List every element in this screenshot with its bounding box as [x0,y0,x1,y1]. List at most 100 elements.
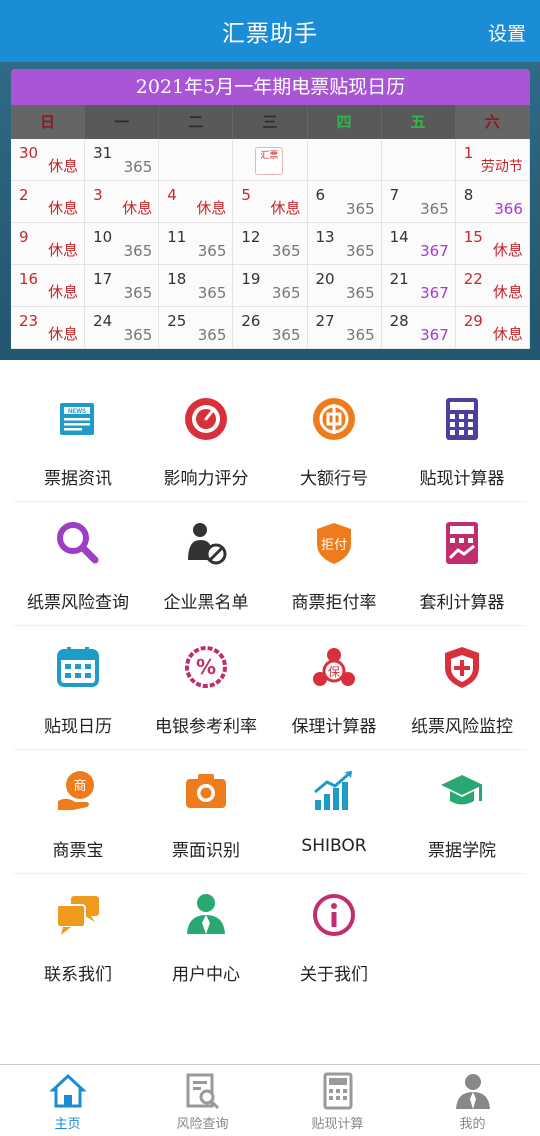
day-number: 5 [241,186,251,204]
menu-item[interactable]: 套利计算器 [398,502,526,625]
day-number: 9 [19,228,29,246]
app-title: 汇票助手 [222,21,318,47]
day-number: 29 [463,312,483,330]
menu-item[interactable]: 大额行号 [270,378,398,501]
chat-icon [51,888,105,942]
calendar-day-cell: 3 休息 [85,181,160,223]
day-number: 13 [315,228,335,246]
weekday-thu: 四 [307,105,382,139]
doc-search-icon [183,1071,223,1111]
tab-item[interactable]: 我的 [405,1065,540,1136]
day-term: 休息 [48,283,79,301]
day-term: 365 [197,326,227,344]
day-term: 休息 [270,199,301,217]
menu-item[interactable]: 票面识别 [142,750,270,873]
feature-menu: NEWS 票据资讯 影响力评分 大额行号 贴现计算器 纸票风险查询 企业黑名单 拒付 商票拒付率… [0,378,540,998]
menu-item[interactable]: % 电银参考利率 [142,626,270,749]
menu-item-label: 联系我们 [44,965,112,985]
day-number: 10 [93,228,113,246]
menu-item[interactable]: 拒付 商票拒付率 [270,502,398,625]
weekday-mon: 一 [85,105,160,139]
day-term: 365 [345,242,375,260]
menu-item[interactable]: 影响力评分 [142,378,270,501]
tab-item[interactable]: 主页 [0,1065,135,1136]
search-icon [51,516,105,570]
day-term: 休息 [122,199,153,217]
calendar-day-cell: 30 休息 [11,139,86,181]
day-number: 21 [389,270,409,288]
bar-trend-icon [307,764,361,818]
calendar-day-cell: 26 365 [233,307,308,349]
menu-item[interactable]: SHIBOR [270,750,398,873]
menu-item[interactable]: 纸票风险监控 [398,626,526,749]
refuse-shield-icon: 拒付 [307,516,361,570]
weekday-sat: 六 [455,105,530,139]
day-term: 365 [123,326,153,344]
day-term: 365 [345,200,375,218]
svg-text:商: 商 [73,779,86,794]
home-icon [48,1071,88,1111]
calendar-day-cell: 31 365 [85,139,160,181]
calendar-day-cell: 12 365 [233,223,308,265]
calendar-day-cell: 汇票 [233,139,308,181]
bottom-tab-bar: 主页 风险查询 贴现计算 我的 [0,1064,540,1136]
day-term: 休息 [196,199,227,217]
weekday-header: 日 一 二 三 四 五 六 [11,105,530,139]
menu-item[interactable]: 用户中心 [142,874,270,998]
day-number: 3 [93,186,103,204]
menu-item[interactable]: 联系我们 [14,874,142,998]
calendar-day-cell: 24 365 [85,307,160,349]
tab-label: 风险查询 [176,1117,229,1132]
tab-label: 贴现计算 [311,1117,364,1132]
day-number: 14 [389,228,409,246]
day-term: 365 [197,242,227,260]
day-number: 24 [93,312,113,330]
weekday-tue: 二 [159,105,234,139]
day-number: 20 [315,270,335,288]
tab-label: 主页 [54,1117,81,1132]
menu-item[interactable]: 企业黑名单 [142,502,270,625]
calendar-day-cell: 8 366 [455,181,530,223]
calendar-day-cell: 29 休息 [455,307,530,349]
menu-row: 贴现日历% 电银参考利率保保理计算器 纸票风险监控 [14,626,526,750]
calendar-day-cell: 4 休息 [159,181,234,223]
calendar-day-cell: 28 367 [381,307,456,349]
calendar-day-cell: 23 休息 [11,307,86,349]
info-icon [307,888,361,942]
menu-row: 纸票风险查询 企业黑名单 拒付 商票拒付率 套利计算器 [14,502,526,626]
svg-text:%: % [196,655,216,679]
svg-text:NEWS: NEWS [68,409,86,415]
day-number: 6 [315,186,326,204]
calendar-day-cell [381,139,456,181]
menu-item[interactable]: 贴现日历 [14,626,142,749]
menu-item[interactable]: 贴现计算器 [398,378,526,501]
day-term: 休息 [48,157,79,175]
hand-coin-icon: 商 [51,764,105,818]
tab-item[interactable]: 风险查询 [135,1065,270,1136]
calendar-title: 2021年5月一年期电票贴现日历 [11,69,530,105]
day-term: 365 [197,284,227,302]
menu-row: NEWS 票据资讯 影响力评分 大额行号 贴现计算器 [14,378,526,502]
menu-item-label: 保理计算器 [291,717,377,737]
menu-item[interactable]: 保保理计算器 [270,626,398,749]
day-term: 休息 [48,325,79,343]
day-number: 28 [389,312,409,330]
calendar-day-cell: 21 367 [381,265,456,307]
tab-item[interactable]: 贴现计算 [270,1065,405,1136]
menu-item[interactable]: 商商票宝 [14,750,142,873]
svg-text:保: 保 [328,665,340,679]
menu-item[interactable]: NEWS 票据资讯 [14,378,142,501]
settings-button[interactable]: 设置 [488,19,526,46]
calendar-banner[interactable]: 2021年5月一年期电票贴现日历 日 一 二 三 四 五 六 30 休息 31 365… [0,62,540,360]
calendar-day-cell: 11 365 [159,223,234,265]
menu-item-label: 电银参考利率 [155,717,257,737]
menu-item[interactable]: 纸票风险查询 [14,502,142,625]
menu-item[interactable]: 票据学院 [398,750,526,873]
menu-item[interactable]: 关于我们 [270,874,398,998]
calendar-day-cell: 22 休息 [455,265,530,307]
menu-item-label: 商票拒付率 [291,593,377,613]
weekday-fri: 五 [381,105,456,139]
percent-badge-icon: % [179,640,233,694]
day-term: 休息 [48,199,79,217]
calendar-grid: 30 休息 31 365 汇票 1 劳动节 2 休息 3 休息 4 休息 5 休息 6 365 7 365 8 366 9… [11,139,530,349]
